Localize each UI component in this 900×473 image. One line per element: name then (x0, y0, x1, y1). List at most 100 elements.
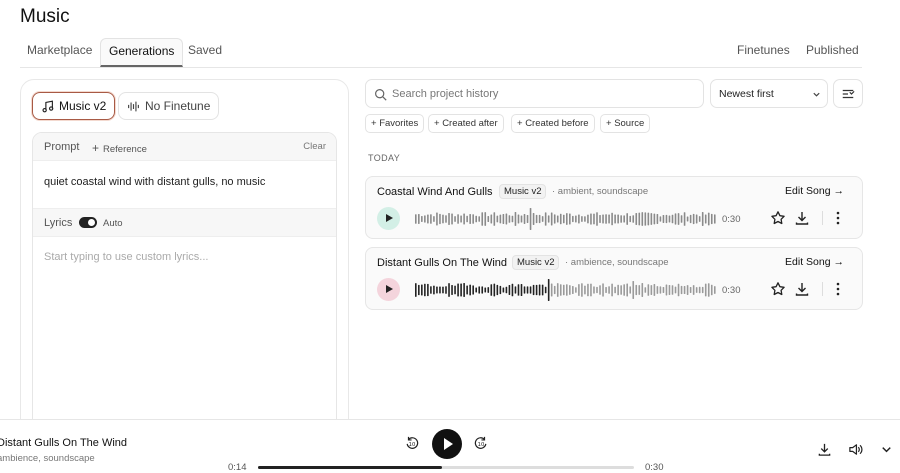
waveform-bar (695, 287, 698, 293)
star-icon[interactable] (770, 281, 786, 297)
music-note-icon (42, 100, 54, 112)
play-button[interactable] (377, 207, 400, 230)
section-label-today: TODAY (368, 153, 401, 163)
waveform-icon (128, 101, 139, 111)
tab-finetunes[interactable]: Finetunes (737, 38, 790, 67)
sort-select[interactable]: Newest first (710, 79, 828, 108)
waveform-bar (493, 283, 496, 297)
download-icon[interactable] (794, 281, 810, 297)
waveform-bar (707, 283, 710, 297)
waveform-bar (596, 212, 598, 226)
page-title: Music (20, 6, 70, 27)
reference-button[interactable]: + Reference (92, 141, 147, 155)
chevron-down-icon (813, 92, 820, 97)
search-box[interactable]: Search project history (365, 79, 704, 108)
volume-icon[interactable] (848, 442, 863, 457)
edit-song-button[interactable]: Edit Song → (785, 256, 844, 268)
search-input[interactable]: Search project history (392, 88, 498, 100)
filter-chip-created-before[interactable]: + Created before (511, 114, 595, 133)
song-title: Distant Gulls On The Wind (377, 257, 508, 269)
lyrics-input[interactable]: Start typing to use custom lyrics... (44, 251, 208, 263)
waveform-bar (569, 285, 571, 295)
waveform-bar (505, 213, 508, 225)
more-vertical-icon[interactable] (830, 210, 846, 226)
waveform-bar (430, 286, 432, 294)
waveform-bar (514, 286, 517, 294)
play-button[interactable] (377, 278, 400, 301)
song-card[interactable]: Distant Gulls On The Wind Music v2 · amb… (365, 247, 863, 310)
waveform-bar (544, 212, 547, 226)
seek-bar[interactable] (258, 466, 634, 469)
waveform-bar (674, 286, 677, 294)
svg-text:10: 10 (478, 442, 485, 448)
waveform-bar (599, 285, 601, 295)
waveform-bar (550, 212, 553, 226)
waveform-bar (671, 214, 674, 224)
forward-10-icon[interactable]: 10 (474, 436, 488, 450)
waveform-bar (704, 214, 707, 224)
rewind-10-icon[interactable]: 10 (405, 436, 419, 450)
more-vertical-icon[interactable] (830, 281, 846, 297)
filter-chip-source[interactable]: + Source (600, 114, 651, 133)
waveform-bar (656, 214, 659, 224)
filter-settings-button[interactable] (833, 79, 863, 108)
lyrics-auto-toggle[interactable] (79, 217, 97, 228)
tab-generations[interactable]: Generations (100, 38, 184, 67)
waveform[interactable] (415, 206, 717, 232)
model-music-v2-button[interactable]: Music v2 (32, 92, 116, 120)
tab-published[interactable]: Published (806, 38, 859, 67)
no-finetune-button[interactable]: No Finetune (118, 92, 220, 120)
waveform-bar (698, 286, 701, 294)
waveform-bar (677, 213, 680, 225)
composer-panel: Music v2 No Finetune Prompt + Reference C… (20, 79, 349, 442)
tab-saved[interactable]: Saved (188, 38, 222, 67)
waveform-bar (469, 213, 471, 225)
waveform-bar (686, 216, 689, 222)
waveform-bar (427, 214, 429, 224)
waveform-bar (544, 286, 547, 294)
waveform[interactable] (415, 277, 717, 303)
waveform-bar (514, 212, 517, 226)
waveform-bar (457, 283, 459, 297)
waveform-bar (680, 215, 683, 223)
filter-chip-label: Source (614, 118, 645, 129)
waveform-bar (626, 283, 628, 297)
waveform-bar (532, 284, 535, 296)
lyrics-row: Lyrics Auto (33, 208, 336, 237)
filter-chip-created-after[interactable]: + Created after (428, 114, 504, 133)
waveform-bar (581, 216, 583, 222)
waveform-bar (653, 284, 656, 296)
waveform-bar (547, 215, 550, 223)
waveform-bar (493, 212, 496, 226)
waveform-bar (683, 212, 686, 226)
waveform-bar (665, 214, 668, 224)
waveform-bar (469, 284, 471, 296)
chevron-down-icon[interactable] (879, 442, 894, 457)
waveform-bar (499, 285, 502, 295)
seek-progress (258, 466, 443, 469)
clear-button[interactable]: Clear (303, 141, 326, 152)
waveform-bar (587, 283, 589, 297)
tab-marketplace[interactable]: Marketplace (27, 38, 92, 67)
waveform-bar (496, 215, 499, 223)
waveform-bar (418, 284, 420, 296)
download-icon[interactable] (817, 442, 832, 457)
song-card[interactable]: Coastal Wind And Gulls Music v2 · ambien… (365, 176, 863, 239)
star-icon[interactable] (770, 210, 786, 226)
model-finetune-label: No Finetune (145, 99, 211, 113)
filter-chip-favorites[interactable]: + Favorites (365, 114, 425, 133)
waveform-bar (463, 283, 465, 297)
song-tags: · ambience, soundscape (565, 257, 669, 268)
prompt-input[interactable]: quiet coastal wind with distant gulls, n… (44, 176, 265, 188)
waveform-bar (529, 286, 532, 294)
download-icon[interactable] (794, 210, 810, 226)
waveform-bar (689, 286, 692, 294)
waveform-bar (653, 213, 656, 225)
waveform-bar (632, 281, 635, 299)
main-play-button[interactable] (432, 429, 462, 459)
edit-song-button[interactable]: Edit Song → (785, 185, 844, 197)
waveform-bar (472, 214, 474, 224)
waveform-bar (424, 283, 426, 297)
waveform-bar (562, 214, 565, 224)
waveform-bar (481, 286, 484, 294)
